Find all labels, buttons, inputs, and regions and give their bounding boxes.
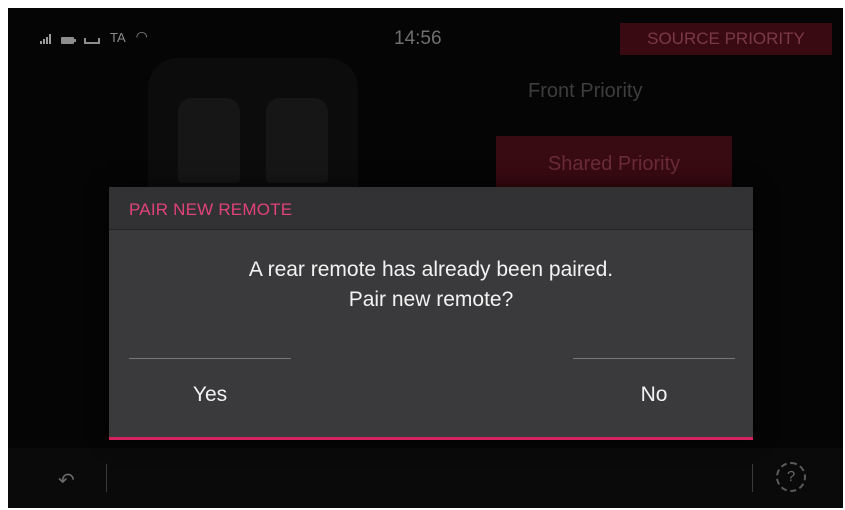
ta-indicator: TA bbox=[110, 30, 126, 45]
divider bbox=[106, 464, 107, 492]
seat-right-icon bbox=[266, 98, 328, 183]
yes-button[interactable]: Yes bbox=[129, 372, 291, 418]
status-bar: TA ◠ 14:56 SOURCE PRIORITY bbox=[8, 8, 843, 56]
source-priority-title: SOURCE PRIORITY bbox=[620, 23, 832, 55]
yes-divider bbox=[129, 358, 291, 359]
help-icon[interactable]: ? bbox=[776, 462, 806, 492]
no-button[interactable]: No bbox=[573, 372, 735, 418]
signal-icon bbox=[40, 34, 51, 44]
dialog-message-line1: A rear remote has already been paired. bbox=[248, 258, 614, 281]
dialog-message-line2: Pair new remote? bbox=[348, 288, 514, 311]
phone-icon bbox=[84, 38, 100, 44]
dialog-header: PAIR NEW REMOTE bbox=[109, 187, 753, 230]
back-icon[interactable]: ↶ bbox=[58, 468, 75, 492]
front-priority-option[interactable]: Front Priority bbox=[528, 80, 642, 103]
car-seating-diagram bbox=[138, 58, 368, 198]
bottom-bar: ↶ ? bbox=[8, 448, 843, 508]
status-icons: TA ◠ bbox=[40, 30, 148, 44]
divider bbox=[752, 464, 753, 492]
seat-left-icon bbox=[178, 98, 240, 183]
dialog-message: A rear remote has already been paired. P… bbox=[109, 255, 753, 315]
dialog-accent-bar bbox=[109, 437, 753, 440]
dialog-title: PAIR NEW REMOTE bbox=[129, 200, 293, 219]
infotainment-screen: TA ◠ 14:56 SOURCE PRIORITY Front Priorit… bbox=[8, 8, 843, 508]
wifi-icon: ◠ bbox=[135, 29, 148, 45]
clock: 14:56 bbox=[394, 28, 442, 49]
pair-remote-dialog: PAIR NEW REMOTE A rear remote has alread… bbox=[109, 187, 753, 440]
no-divider bbox=[573, 358, 735, 359]
shared-priority-option[interactable]: Shared Priority bbox=[496, 136, 732, 192]
battery-icon bbox=[61, 37, 76, 44]
